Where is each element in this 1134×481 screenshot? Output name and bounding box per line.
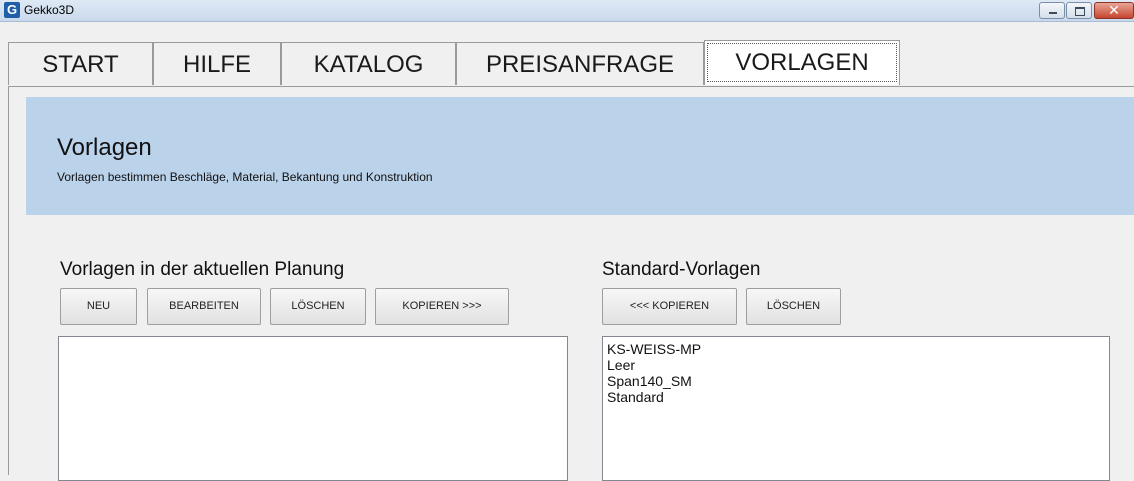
window-title: Gekko3D: [24, 3, 75, 17]
new-button[interactable]: NEU: [60, 288, 137, 325]
list-item[interactable]: Leer: [607, 357, 1109, 373]
standard-templates-list[interactable]: KS-WEISS-MP Leer Span140_SM Standard: [602, 336, 1110, 481]
copy-to-current-button[interactable]: <<< KOPIEREN: [602, 288, 737, 325]
maximize-button[interactable]: [1066, 2, 1092, 19]
tab-katalog[interactable]: KATALOG: [281, 42, 456, 85]
standard-templates-title: Standard-Vorlagen: [602, 259, 761, 280]
page-title: Vorlagen: [57, 134, 152, 161]
list-item[interactable]: Standard: [607, 389, 1109, 405]
page-subtitle: Vorlagen bestimmen Beschläge, Material, …: [57, 170, 433, 184]
app-icon: G: [4, 2, 20, 18]
list-item[interactable]: KS-WEISS-MP: [607, 341, 1109, 357]
maximize-icon: [1075, 7, 1085, 16]
edit-button[interactable]: BEARBEITEN: [147, 288, 261, 325]
tab-vorlagen[interactable]: VORLAGEN: [704, 40, 900, 85]
minimize-button[interactable]: [1039, 2, 1065, 19]
tab-preisanfrage[interactable]: PREISANFRAGE: [456, 42, 704, 85]
tab-start[interactable]: START: [8, 42, 153, 85]
close-button[interactable]: ✕: [1094, 2, 1134, 19]
current-templates-list[interactable]: [58, 336, 568, 481]
minimize-icon: [1049, 12, 1057, 14]
copy-to-standard-button[interactable]: KOPIEREN >>>: [375, 288, 509, 325]
delete-standard-button[interactable]: LÖSCHEN: [746, 288, 841, 325]
current-templates-title: Vorlagen in der aktuellen Planung: [60, 259, 345, 280]
delete-current-button[interactable]: LÖSCHEN: [270, 288, 366, 325]
main-tab-bar: START HILFE KATALOG PREISANFRAGE VORLAGE…: [8, 40, 1134, 87]
panel-border: [8, 86, 9, 475]
close-icon: ✕: [1108, 2, 1120, 18]
tab-hilfe[interactable]: HILFE: [153, 42, 281, 85]
header-banner: Vorlagen Vorlagen bestimmen Beschläge, M…: [26, 97, 1134, 215]
list-item[interactable]: Span140_SM: [607, 373, 1109, 389]
title-bar: G Gekko3D ✕: [0, 0, 1134, 22]
